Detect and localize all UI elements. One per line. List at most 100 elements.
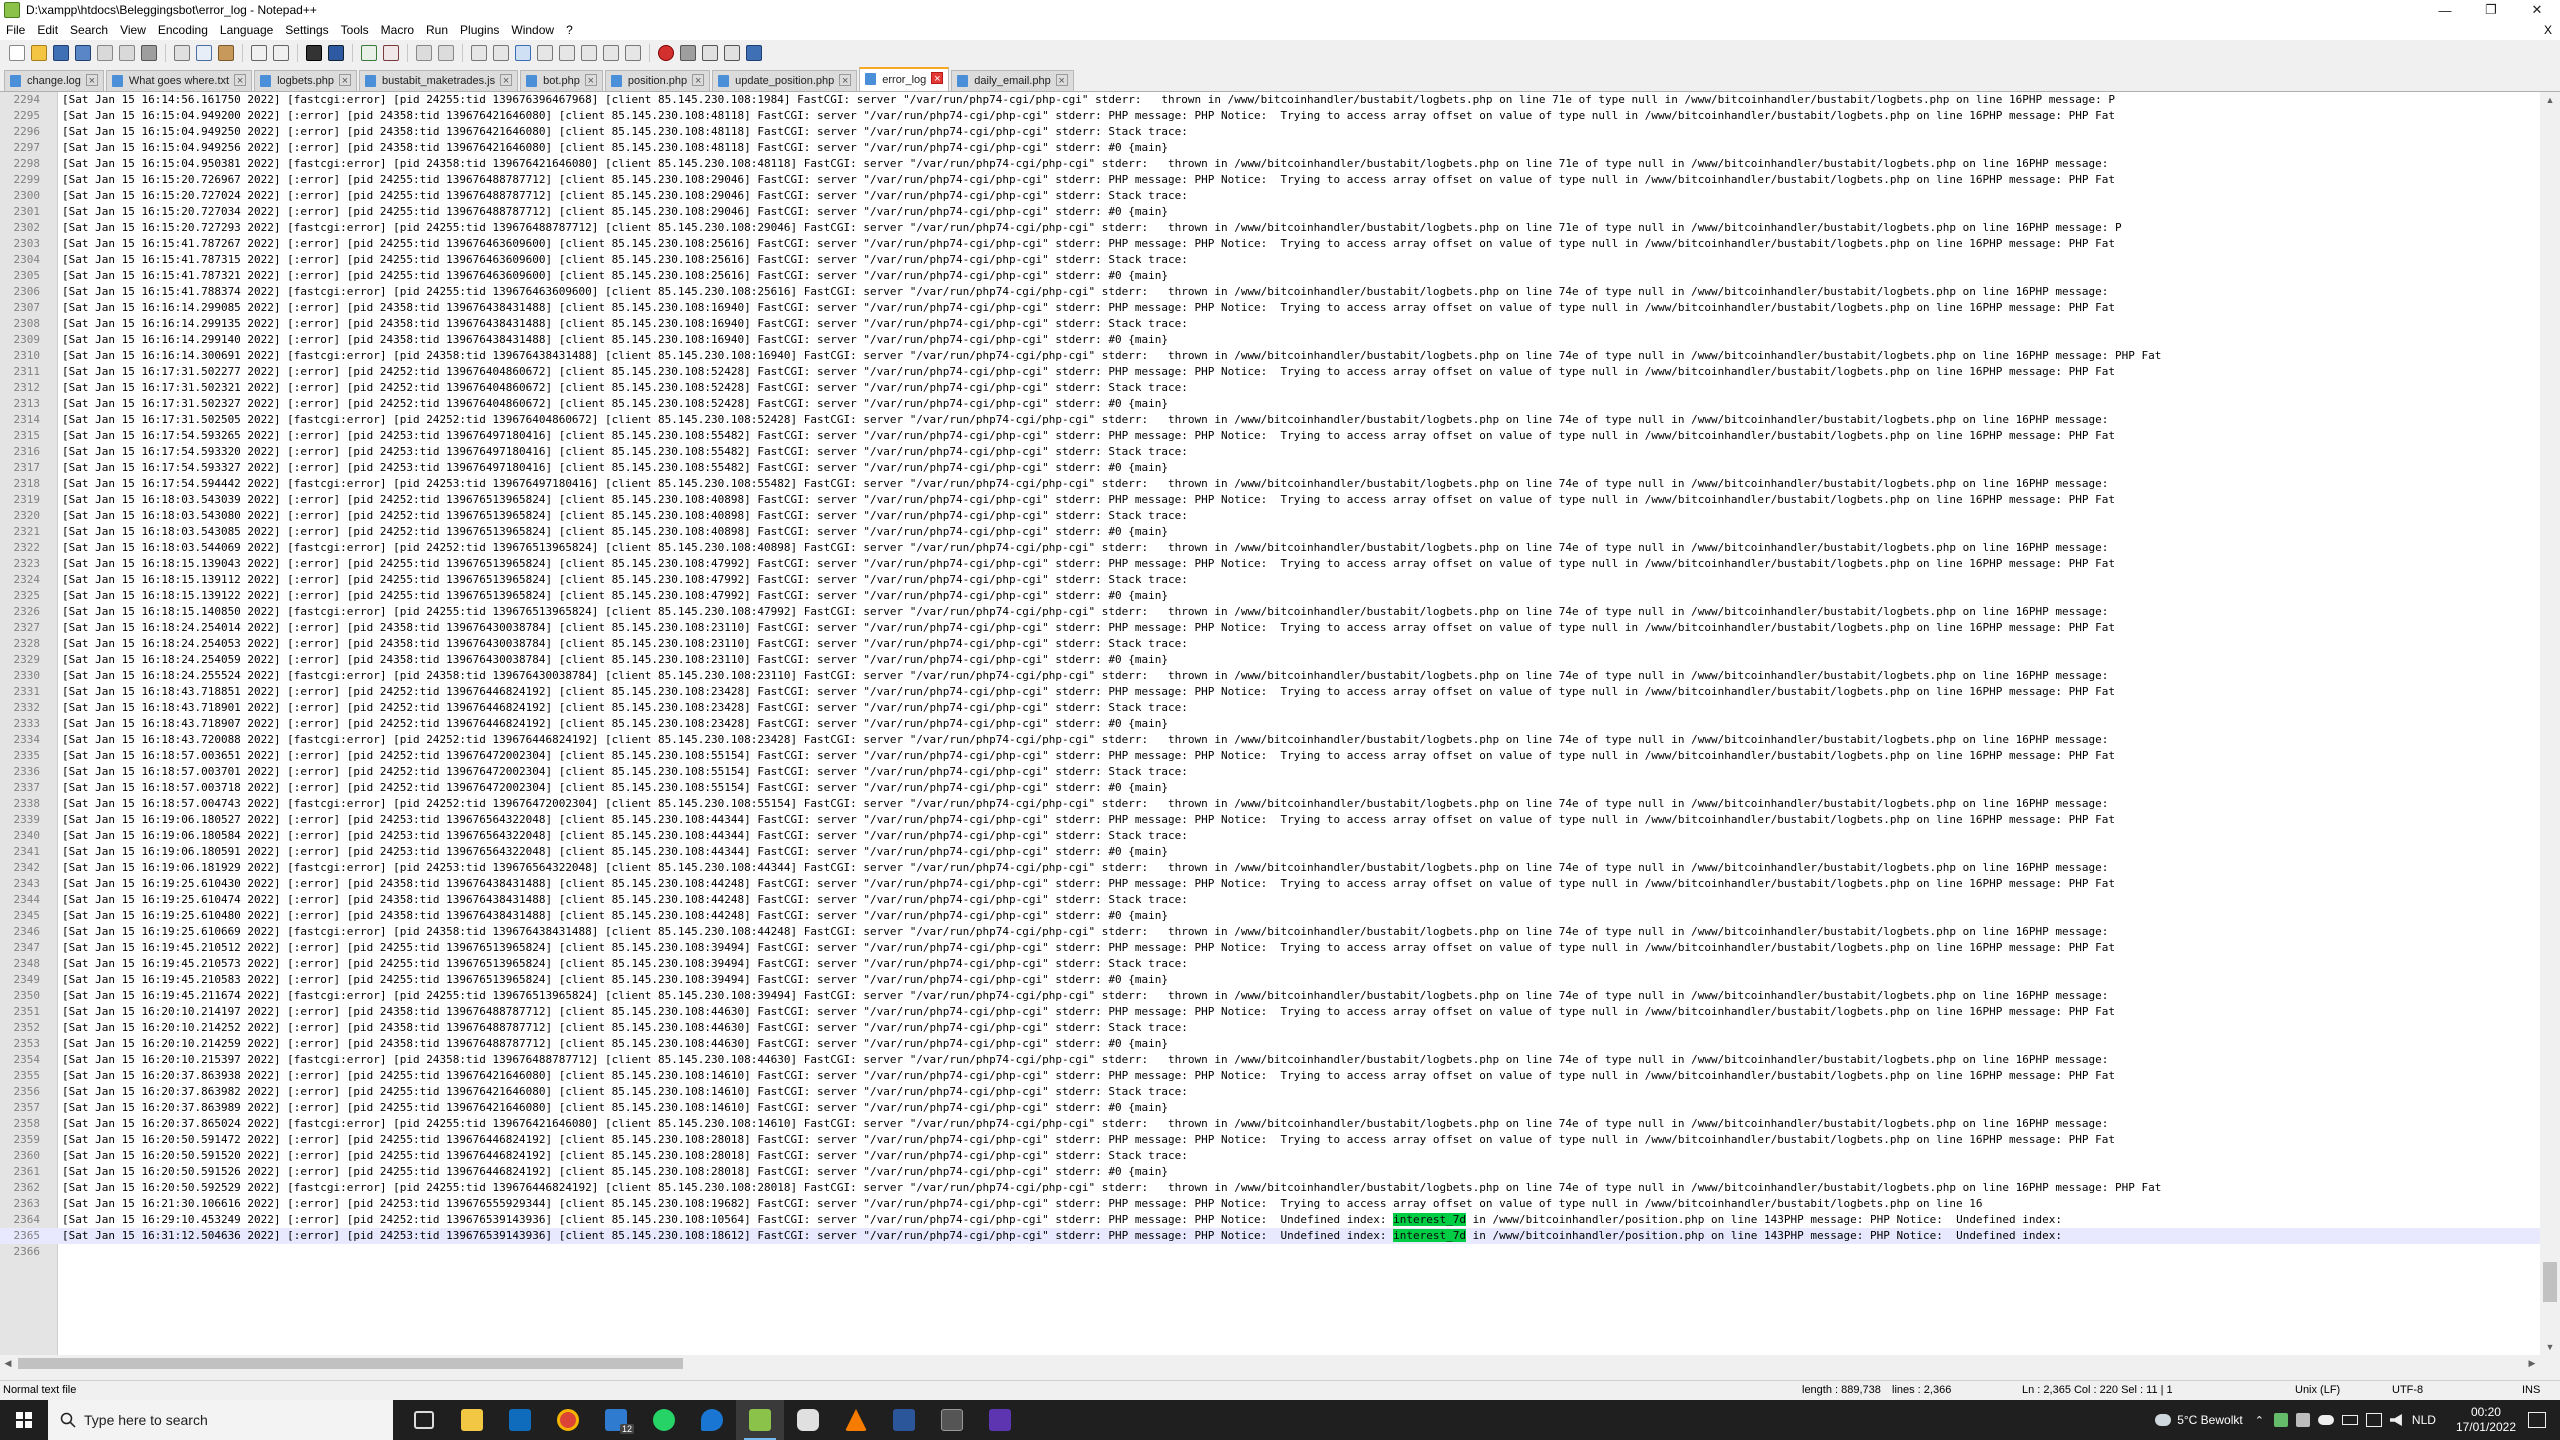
editor-line[interactable]: 2313 [Sat Jan 15 16:17:31.502327 2022] [:…	[0, 396, 2540, 412]
editor-line[interactable]: 2319 [Sat Jan 15 16:18:03.543039 2022] [:…	[0, 492, 2540, 508]
editor-line[interactable]: 2307 [Sat Jan 15 16:16:14.299085 2022] [:…	[0, 300, 2540, 316]
cut-icon[interactable]	[174, 45, 190, 61]
show-all-chars-icon[interactable]	[493, 45, 509, 61]
editor-line[interactable]: 2300 [Sat Jan 15 16:15:20.727024 2022] [:…	[0, 188, 2540, 204]
editor-line[interactable]: 2315 [Sat Jan 15 16:17:54.593265 2022] [:…	[0, 428, 2540, 444]
editor-line[interactable]: 2332 [Sat Jan 15 16:18:43.718901 2022] [:…	[0, 700, 2540, 716]
editor-line[interactable]: 2314 [Sat Jan 15 16:17:31.502505 2022] [f…	[0, 412, 2540, 428]
editor-line[interactable]: 2365 [Sat Jan 15 16:31:12.504636 2022] [:…	[0, 1228, 2540, 1244]
undo-icon[interactable]	[251, 45, 267, 61]
redo-icon[interactable]	[273, 45, 289, 61]
zoom-in-icon[interactable]	[361, 45, 377, 61]
tab-bustabit-maketrades[interactable]: bustabit_maketrades.js ×	[359, 70, 519, 91]
save-macro-icon[interactable]	[746, 45, 762, 61]
close-all-icon[interactable]	[119, 45, 135, 61]
run-macro-multiple-icon[interactable]	[724, 45, 740, 61]
editor-line[interactable]: 2349 [Sat Jan 15 16:19:45.210583 2022] [:…	[0, 972, 2540, 988]
menu-language[interactable]: Language	[214, 20, 279, 40]
vertical-scrollbar[interactable]: ▲ ▼	[2540, 92, 2560, 1355]
menu-search[interactable]: Search	[64, 20, 114, 40]
editor-line[interactable]: 2309 [Sat Jan 15 16:16:14.299140 2022] [:…	[0, 332, 2540, 348]
editor-line[interactable]: 2360 [Sat Jan 15 16:20:50.591520 2022] [:…	[0, 1148, 2540, 1164]
tab-close-icon[interactable]: ×	[85, 74, 98, 87]
editor-line[interactable]: 2363 [Sat Jan 15 16:21:30.106616 2022] [:…	[0, 1196, 2540, 1212]
editor-line[interactable]: 2318 [Sat Jan 15 16:17:54.594442 2022] [f…	[0, 476, 2540, 492]
editor-line[interactable]: 2354 [Sat Jan 15 16:20:10.215397 2022] [f…	[0, 1052, 2540, 1068]
editor-line[interactable]: 2317 [Sat Jan 15 16:17:54.593327 2022] [:…	[0, 460, 2540, 476]
editor-line[interactable]: 2341 [Sat Jan 15 16:19:06.180591 2022] [:…	[0, 844, 2540, 860]
editor-line[interactable]: 2333 [Sat Jan 15 16:18:43.718907 2022] [:…	[0, 716, 2540, 732]
folder-workspace-icon[interactable]	[603, 45, 619, 61]
restore-button[interactable]: ❐	[2468, 0, 2514, 20]
tab-close-icon[interactable]: ×	[692, 74, 705, 87]
open-file-icon[interactable]	[31, 45, 47, 61]
editor-line[interactable]: 2321 [Sat Jan 15 16:18:03.543085 2022] [:…	[0, 524, 2540, 540]
tab-change-log[interactable]: change.log ×	[4, 70, 104, 91]
onedrive-icon[interactable]	[2317, 1415, 2334, 1425]
tray-icon[interactable]	[2295, 1413, 2310, 1427]
scroll-right-icon[interactable]: ▶	[2524, 1355, 2540, 1372]
tab-position[interactable]: position.php ×	[604, 70, 711, 91]
menu-view[interactable]: View	[114, 20, 152, 40]
chrome-button[interactable]	[544, 1400, 592, 1440]
taskbar-search[interactable]: Type here to search	[48, 1400, 393, 1440]
editor-line[interactable]: 2305 [Sat Jan 15 16:15:41.787321 2022] [:…	[0, 268, 2540, 284]
scroll-left-icon[interactable]: ◀	[0, 1355, 16, 1372]
monitoring-icon[interactable]	[625, 45, 641, 61]
editor-line[interactable]: 2306 [Sat Jan 15 16:15:41.788374 2022] [f…	[0, 284, 2540, 300]
editor-line[interactable]: 2344 [Sat Jan 15 16:19:25.610474 2022] [:…	[0, 892, 2540, 908]
editor-line[interactable]: 2362 [Sat Jan 15 16:20:50.592529 2022] [f…	[0, 1180, 2540, 1196]
find-icon[interactable]	[306, 45, 322, 61]
menu-edit[interactable]: Edit	[31, 20, 64, 40]
editor-line[interactable]: 2350 [Sat Jan 15 16:19:45.211674 2022] [f…	[0, 988, 2540, 1004]
editor-line[interactable]: 2364 [Sat Jan 15 16:29:10.453249 2022] [:…	[0, 1212, 2540, 1228]
editor-line[interactable]: 2304 [Sat Jan 15 16:15:41.787315 2022] [:…	[0, 252, 2540, 268]
menu-tools[interactable]: Tools	[335, 20, 375, 40]
save-all-icon[interactable]	[75, 45, 91, 61]
chevron-up-icon[interactable]: ⌃	[2255, 1414, 2264, 1427]
new-file-icon[interactable]	[9, 45, 25, 61]
sync-vertical-icon[interactable]	[416, 45, 432, 61]
menu-macro[interactable]: Macro	[375, 20, 420, 40]
tab-close-icon[interactable]: ×	[1055, 74, 1068, 87]
outlook-button[interactable]	[496, 1400, 544, 1440]
language-indicator[interactable]: NLD	[2412, 1413, 2436, 1427]
tab-close-icon[interactable]: ×	[234, 74, 247, 87]
word-button[interactable]	[880, 1400, 928, 1440]
editor-line[interactable]: 2312 [Sat Jan 15 16:17:31.502321 2022] [:…	[0, 380, 2540, 396]
editor-line[interactable]: 2303 [Sat Jan 15 16:15:41.787267 2022] [:…	[0, 236, 2540, 252]
editor-line[interactable]: 2320 [Sat Jan 15 16:18:03.543080 2022] [:…	[0, 508, 2540, 524]
tab-what-goes-where[interactable]: What goes where.txt ×	[105, 70, 253, 91]
editor-line[interactable]: 2340 [Sat Jan 15 16:19:06.180584 2022] [:…	[0, 828, 2540, 844]
editor-line[interactable]: 2346 [Sat Jan 15 16:19:25.610669 2022] [f…	[0, 924, 2540, 940]
vlc-button[interactable]	[832, 1400, 880, 1440]
menu-window[interactable]: Window	[505, 20, 560, 40]
editor-line[interactable]: 2351 [Sat Jan 15 16:20:10.214197 2022] [:…	[0, 1004, 2540, 1020]
editor-line[interactable]: 2297 [Sat Jan 15 16:15:04.949256 2022] [:…	[0, 140, 2540, 156]
app-button[interactable]	[976, 1400, 1024, 1440]
network-icon[interactable]	[2365, 1413, 2382, 1427]
indent-guide-icon[interactable]	[515, 45, 531, 61]
editor-line[interactable]: 2310 [Sat Jan 15 16:16:14.300691 2022] [f…	[0, 348, 2540, 364]
editor-line[interactable]: 2339 [Sat Jan 15 16:19:06.180527 2022] [:…	[0, 812, 2540, 828]
editor-line[interactable]: 2326 [Sat Jan 15 16:18:15.140850 2022] [f…	[0, 604, 2540, 620]
notifications-icon[interactable]	[2528, 1412, 2546, 1428]
editor-line[interactable]: 2335 [Sat Jan 15 16:18:57.003651 2022] [:…	[0, 748, 2540, 764]
editor-line[interactable]: 2352 [Sat Jan 15 16:20:10.214252 2022] [:…	[0, 1020, 2540, 1036]
file-explorer-button[interactable]	[448, 1400, 496, 1440]
play-macro-icon[interactable]	[702, 45, 718, 61]
tab-close-icon[interactable]: ×	[339, 74, 351, 87]
editor-line[interactable]: 2327 [Sat Jan 15 16:18:24.254014 2022] [:…	[0, 620, 2540, 636]
editor-line[interactable]: 2324 [Sat Jan 15 16:18:15.139112 2022] [:…	[0, 572, 2540, 588]
editor-line[interactable]: 2353 [Sat Jan 15 16:20:10.214259 2022] [:…	[0, 1036, 2540, 1052]
editor-line[interactable]: 2295 [Sat Jan 15 16:15:04.949200 2022] [:…	[0, 108, 2540, 124]
menu-file[interactable]: File	[0, 20, 31, 40]
scroll-down-icon[interactable]: ▼	[2540, 1339, 2560, 1355]
tab-error-log[interactable]: error_log ×	[859, 67, 950, 91]
editor-line[interactable]: 2316 [Sat Jan 15 16:17:54.593320 2022] [:…	[0, 444, 2540, 460]
menu-plugins[interactable]: Plugins	[454, 20, 505, 40]
editor-line[interactable]: 2311 [Sat Jan 15 16:17:31.502277 2022] [:…	[0, 364, 2540, 380]
task-view-button[interactable]	[400, 1400, 448, 1440]
editor-line[interactable]: 2302 [Sat Jan 15 16:15:20.727293 2022] [f…	[0, 220, 2540, 236]
editor-line[interactable]: 2336 [Sat Jan 15 16:18:57.003701 2022] [:…	[0, 764, 2540, 780]
